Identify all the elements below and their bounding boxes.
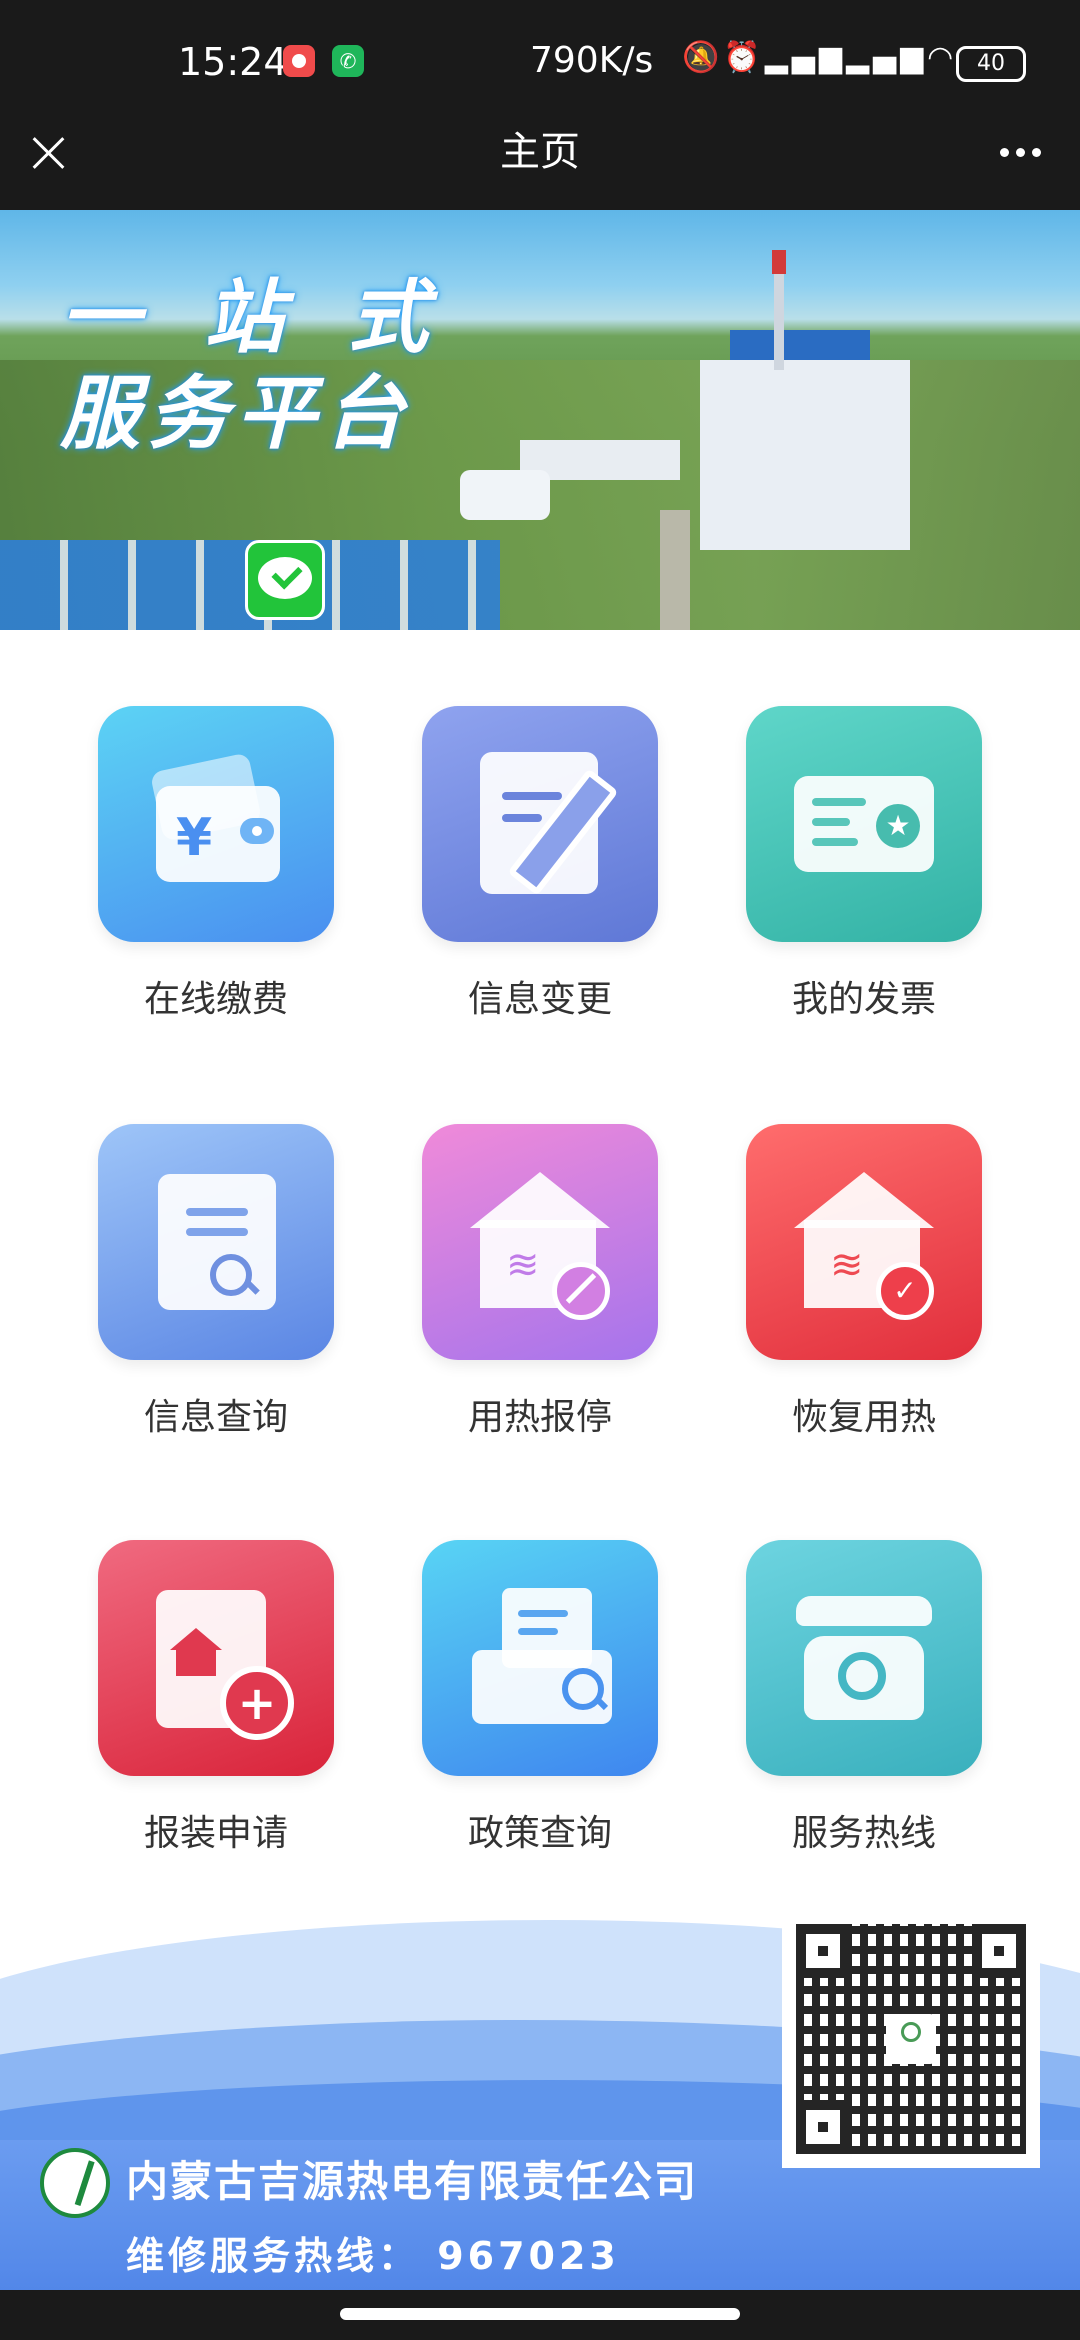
grid-item-heating-resume[interactable]: ≋ ✓ 恢复用热: [746, 1124, 982, 1440]
hd-signal-icon: ▂▄▆: [845, 40, 928, 75]
grid-item-label: 政策查询: [467, 1813, 612, 1854]
banner: 一站式 服务平台: [0, 210, 1080, 630]
footer: 内蒙古吉源热电有限责任公司 维修服务热线： 967023: [0, 1880, 1080, 2340]
qr-code-image: [782, 1910, 1040, 2168]
banner-line-2: 服务平台: [60, 367, 412, 460]
heating-stop-icon: ≋: [422, 1124, 658, 1360]
heating-resume-icon: ≋ ✓: [746, 1124, 982, 1360]
hd-signal-icon: ▂▄▆: [764, 40, 846, 75]
battery-indicator: 40: [956, 46, 1026, 82]
status-bar: 15:24 ✆ 790K/s 🔕⏰▂▄▆▂▄▆◠ 40: [0, 0, 1080, 124]
grid-item-label: 用热报停: [467, 1397, 612, 1438]
grid-item-label: 我的发票: [791, 979, 936, 1020]
invoice-card-icon: ★: [746, 706, 982, 942]
grid-item-label: 报装申请: [143, 1813, 288, 1854]
grid-item-service-hotline[interactable]: 服务热线: [746, 1540, 982, 1856]
company-name: 内蒙古吉源热电有限责任公司: [126, 2157, 699, 2206]
wifi-icon: ◠: [927, 40, 958, 75]
phone-app-icon: ✆: [332, 45, 364, 77]
install-apply-icon: +: [98, 1540, 334, 1776]
banner-line-1: 一站式: [60, 271, 492, 364]
grid-item-label: 信息变更: [467, 979, 612, 1020]
app-header: 主页: [0, 124, 1080, 210]
wechat-icon: [245, 540, 325, 620]
banner-title: 一站式 服务平台: [60, 270, 492, 462]
network-speed: 790K/s: [530, 40, 654, 81]
grid-item-label: 服务热线: [791, 1813, 936, 1854]
grid-item-label: 在线缴费: [143, 979, 288, 1020]
grid-item-my-invoice[interactable]: ★ 我的发票: [746, 706, 982, 1022]
silent-icon: 🔕: [682, 40, 724, 75]
grid-item-install-apply[interactable]: + 报装申请: [98, 1540, 334, 1856]
document-search-icon: [98, 1124, 334, 1360]
edit-document-icon: [422, 706, 658, 942]
more-menu-icon[interactable]: [1000, 142, 1050, 162]
grid-item-info-change[interactable]: 信息变更: [422, 706, 658, 1022]
grid-item-info-query[interactable]: 信息查询: [98, 1124, 334, 1440]
grid-item-online-payment[interactable]: ¥ 在线缴费: [98, 706, 334, 1022]
telephone-icon: [746, 1540, 982, 1776]
alarm-icon: ⏰: [723, 40, 765, 75]
qr-logo-icon: [886, 2014, 936, 2064]
grid-item-policy-query[interactable]: 政策查询: [422, 1540, 658, 1856]
company-logo-icon: [40, 2148, 110, 2218]
grid-item-label: 信息查询: [143, 1397, 288, 1438]
status-icons: 🔕⏰▂▄▆▂▄▆◠: [682, 40, 957, 75]
service-grid: ¥ 在线缴费 信息变更 ★ 我的发票 信息查询 ≋ 用热报停 ≋ ✓ 恢复用热 …: [0, 630, 1080, 1880]
home-indicator[interactable]: [340, 2308, 740, 2320]
wallet-icon: ¥: [98, 706, 334, 942]
grid-item-label: 恢复用热: [791, 1397, 936, 1438]
grid-item-heating-stop[interactable]: ≋ 用热报停: [422, 1124, 658, 1440]
page-title: 主页: [500, 129, 580, 175]
folder-search-icon: [422, 1540, 658, 1776]
repair-hotline: 维修服务热线： 967023: [126, 2234, 620, 2278]
status-time: 15:24: [178, 40, 288, 84]
recorder-app-icon: [283, 45, 315, 77]
